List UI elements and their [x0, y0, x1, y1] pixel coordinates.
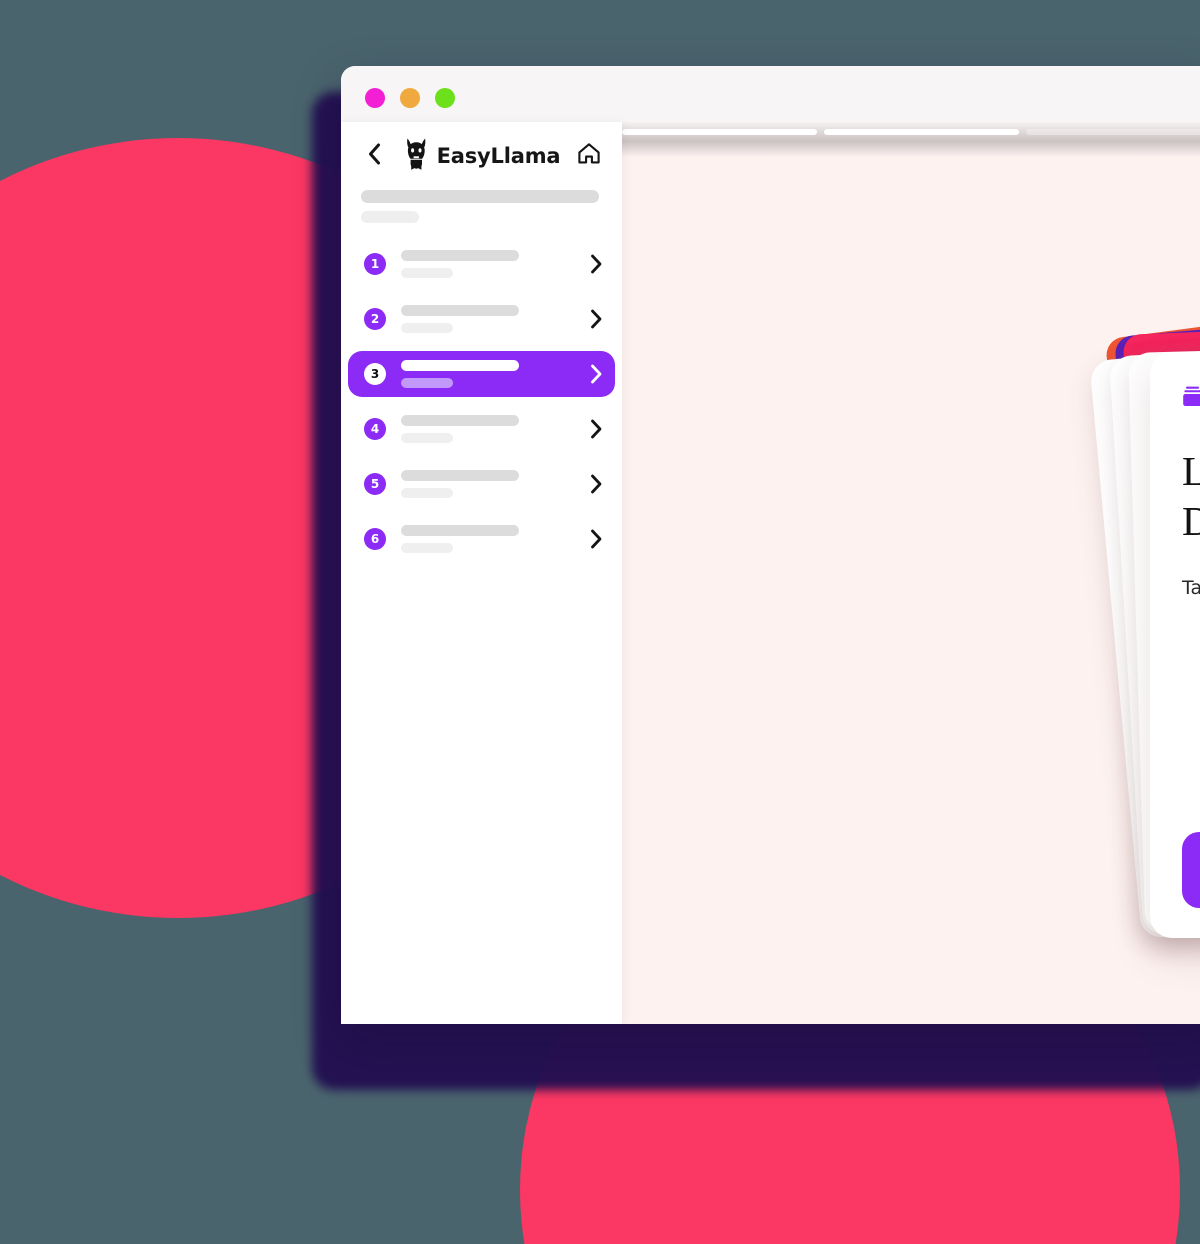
module-number-badge: 5	[364, 473, 386, 495]
progress-segment-1	[622, 129, 817, 135]
progress-segment-3	[1026, 129, 1200, 135]
card-deck: CARDS Laws Prohibiting Discrimination Ta…	[1089, 290, 1200, 940]
module-subtitle-skeleton	[401, 488, 453, 498]
window-close-button[interactable]	[365, 88, 385, 108]
module-number-badge: 3	[364, 363, 386, 385]
chevron-right-icon	[590, 419, 603, 439]
llama-icon	[403, 137, 430, 176]
window-body: EasyLlama 1 2 3 4 5 6 L D Ta	[341, 122, 1200, 1024]
brand-name: EasyLlama	[436, 144, 561, 168]
module-skeleton-lines	[401, 305, 584, 333]
skeleton-subtitle-bar	[361, 211, 419, 223]
progress-segment-2	[824, 129, 1019, 135]
module-title-skeleton	[401, 415, 519, 426]
chevron-right-icon	[590, 474, 603, 494]
home-button[interactable]	[574, 141, 604, 171]
card-kicker: CARDS	[1182, 386, 1200, 412]
module-list: 1 2 3 4 5 6	[341, 241, 622, 562]
module-subtitle-skeleton	[401, 543, 453, 553]
module-subtitle-skeleton	[401, 378, 453, 388]
browser-window: EasyLlama 1 2 3 4 5 6 L D Ta	[341, 66, 1200, 1024]
module-number-badge: 6	[364, 528, 386, 550]
module-skeleton-lines	[401, 525, 584, 553]
module-skeleton-lines	[401, 415, 584, 443]
next-button[interactable]: Next	[1182, 832, 1200, 908]
module-list-item-1[interactable]: 1	[348, 241, 615, 287]
card-stack-icon	[1182, 386, 1200, 412]
page-stage: EasyLlama 1 2 3 4 5 6 L D Ta	[0, 0, 1200, 1244]
course-sidebar: EasyLlama 1 2 3 4 5 6	[341, 122, 622, 1024]
window-minimize-button[interactable]	[400, 88, 420, 108]
card-subtitle: Tap 'Next' to see	[1182, 576, 1200, 599]
module-subtitle-skeleton	[401, 323, 453, 333]
sidebar-title-skeleton	[341, 184, 622, 223]
chevron-right-icon	[590, 529, 603, 549]
lesson-progress-bar	[622, 122, 1200, 157]
module-number-badge: 2	[364, 308, 386, 330]
module-skeleton-lines	[401, 250, 584, 278]
module-list-item-3[interactable]: 3	[348, 351, 615, 397]
module-skeleton-lines	[401, 360, 584, 388]
flashcard-front: CARDS Laws Prohibiting Discrimination Ta…	[1150, 352, 1200, 938]
module-subtitle-skeleton	[401, 268, 453, 278]
skeleton-title-bar	[361, 190, 599, 203]
module-title-skeleton	[401, 525, 519, 536]
module-title-skeleton	[401, 470, 519, 481]
module-subtitle-skeleton	[401, 433, 453, 443]
module-number-badge: 4	[364, 418, 386, 440]
chevron-left-icon	[367, 143, 382, 170]
module-list-item-5[interactable]: 5	[348, 461, 615, 507]
card-title: Laws Prohibiting Discrimination	[1182, 448, 1200, 545]
window-maximize-button[interactable]	[435, 88, 455, 108]
module-title-skeleton	[401, 250, 519, 261]
module-skeleton-lines	[401, 470, 584, 498]
home-icon	[577, 142, 601, 170]
lesson-content-pane: CARDS Laws Prohibiting Discrimination Ta…	[622, 122, 1200, 1024]
module-title-skeleton	[401, 360, 519, 371]
module-number-badge: 1	[364, 253, 386, 275]
module-list-item-4[interactable]: 4	[348, 406, 615, 452]
back-button[interactable]	[359, 141, 389, 171]
module-list-item-6[interactable]: 6	[348, 516, 615, 562]
chevron-right-icon	[590, 364, 603, 384]
window-titlebar	[341, 66, 1200, 122]
module-list-item-2[interactable]: 2	[348, 296, 615, 342]
chevron-right-icon	[590, 309, 603, 329]
module-title-skeleton	[401, 305, 519, 316]
brand-logo[interactable]: EasyLlama	[403, 137, 561, 176]
chevron-right-icon	[590, 254, 603, 274]
sidebar-header: EasyLlama	[341, 122, 622, 184]
